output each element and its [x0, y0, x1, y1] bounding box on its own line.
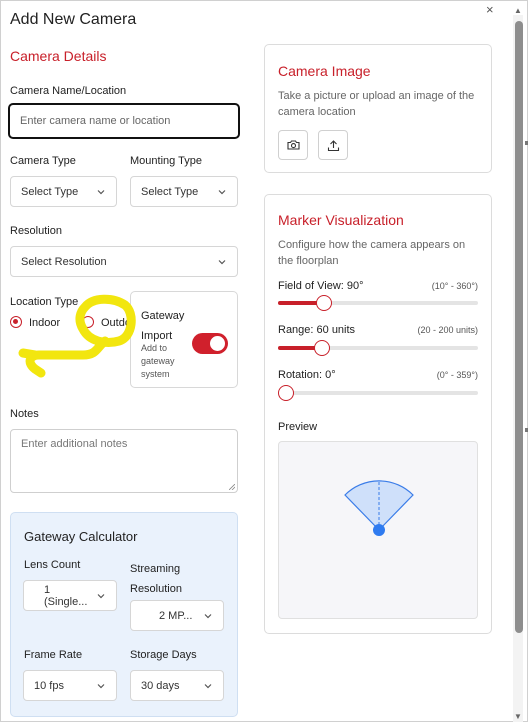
camera-cone-preview: [344, 480, 414, 536]
add-camera-dialog: Add New Camera × Camera Details Camera N…: [0, 0, 528, 722]
camera-details-heading: Camera Details: [10, 48, 107, 64]
gateway-calculator-title: Gateway Calculator: [24, 529, 138, 544]
camera-name-input[interactable]: Enter camera name or location: [8, 103, 240, 139]
camera-type-select[interactable]: Select Type: [10, 176, 117, 207]
rotation-slider-thumb[interactable]: [278, 385, 294, 401]
gateway-import-title: Gateway Import: [141, 310, 185, 342]
location-type-label: Location Type: [10, 296, 79, 308]
gateway-import-toggle[interactable]: [192, 333, 228, 354]
camera-name-label: Camera Name/Location: [10, 85, 127, 97]
rotation-slider-track[interactable]: [278, 391, 478, 395]
chevron-down-icon: [217, 257, 227, 267]
gateway-calculator: Gateway Calculator Lens Count 1 (Single.…: [10, 512, 238, 717]
streaming-resolution-select[interactable]: 2 MP...: [130, 600, 224, 631]
camera-type-value: Select Type: [21, 185, 79, 198]
rotation-label: Rotation: 0°: [278, 369, 336, 381]
scrollbar-thumb[interactable]: [515, 21, 523, 633]
lens-count-select[interactable]: 1 (Single...: [23, 580, 117, 611]
camera-name-placeholder: Enter camera name or location: [20, 115, 171, 127]
upload-icon: [327, 139, 339, 151]
take-photo-button[interactable]: [278, 130, 308, 160]
resize-handle-icon[interactable]: [229, 484, 235, 490]
streaming-resolution-value: 2 MP...: [159, 609, 193, 622]
outdoor-radio[interactable]: [82, 316, 94, 328]
marker-preview: [278, 441, 478, 619]
streaming-resolution-label: Streaming Resolution: [130, 563, 182, 595]
chevron-down-icon: [96, 681, 106, 691]
marker-visualization-title: Marker Visualization: [278, 212, 404, 228]
chevron-down-icon: [203, 611, 213, 621]
rotation-range: (0° - 359°): [436, 370, 478, 380]
storage-days-value: 30 days: [141, 679, 180, 692]
camera-image-title: Camera Image: [278, 63, 371, 79]
field-of-view-slider-thumb[interactable]: [315, 295, 332, 311]
chevron-down-icon: [96, 591, 106, 601]
marker-visualization-description: Configure how the camera appears on the …: [278, 239, 466, 267]
notes-placeholder: Enter additional notes: [21, 438, 128, 450]
scroll-down-arrow-icon[interactable]: ▼: [513, 713, 523, 721]
mounting-type-label: Mounting Type: [130, 155, 202, 167]
resolution-label: Resolution: [10, 225, 62, 237]
storage-days-select[interactable]: 30 days: [130, 670, 224, 701]
field-of-view-range: (10° - 360°): [431, 281, 478, 291]
field-of-view-label: Field of View: 90°: [278, 280, 364, 292]
indoor-radio-label: Indoor: [29, 317, 61, 329]
range-label: Range: 60 units: [278, 324, 356, 336]
resolution-select[interactable]: Select Resolution: [10, 246, 238, 277]
chevron-down-icon: [203, 681, 213, 691]
chevron-down-icon: [217, 187, 227, 197]
preview-label: Preview: [278, 421, 318, 433]
frame-rate-select[interactable]: 10 fps: [23, 670, 117, 701]
notes-textarea[interactable]: Enter additional notes: [10, 429, 238, 493]
indoor-radio[interactable]: [10, 316, 22, 328]
notes-label: Notes: [10, 408, 39, 420]
lens-count-label: Lens Count: [24, 559, 81, 571]
close-icon[interactable]: ×: [486, 2, 494, 17]
scroll-up-arrow-icon[interactable]: ▲: [513, 7, 523, 15]
mounting-type-select[interactable]: Select Type: [130, 176, 238, 207]
camera-marker-dot: [373, 524, 385, 536]
camera-icon: [286, 140, 300, 150]
gateway-import-description: Add to gateway system: [141, 343, 175, 379]
gateway-import-box: Gateway Import Add to gateway system: [130, 291, 238, 388]
chevron-down-icon: [96, 187, 106, 197]
frame-rate-value: 10 fps: [34, 679, 64, 692]
camera-image-card: Camera Image Take a picture or upload an…: [264, 44, 492, 173]
camera-type-label: Camera Type: [10, 155, 76, 167]
upload-image-button[interactable]: [318, 130, 348, 160]
range-range: (20 - 200 units): [417, 325, 478, 335]
lens-count-value: 1 (Single...: [44, 583, 88, 608]
dialog-title: Add New Camera: [10, 11, 137, 28]
resolution-value: Select Resolution: [21, 255, 107, 268]
mounting-type-value: Select Type: [141, 185, 199, 198]
storage-days-label: Storage Days: [130, 649, 197, 661]
frame-rate-label: Frame Rate: [24, 649, 83, 661]
camera-image-description: Take a picture or upload an image of the…: [278, 90, 475, 118]
